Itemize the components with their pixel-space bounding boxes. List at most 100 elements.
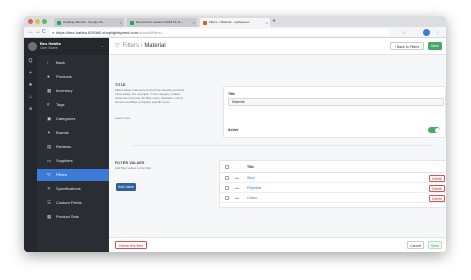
sidebar-item-custom-fields[interactable]: ☰ Custom Fields [37, 197, 109, 209]
add-value-button[interactable]: Add Value [116, 183, 136, 191]
sidebar: Bes Habita User Name ⌄ Q + ★ ⌂ ■ ‹ Back … [24, 38, 109, 252]
browser-window: Heading data file · Google Sh... × Ecomm… [24, 16, 446, 252]
sidebar-item-products[interactable]: ● Products [37, 71, 109, 83]
filter-values-table: Title ▬ Wool Delete ▬ Polyester Delete ▬ [219, 160, 446, 208]
row-checkbox[interactable] [225, 186, 229, 190]
sidebar-item-filters[interactable]: ▽ Filters [37, 169, 109, 181]
back-arrow-icon[interactable]: ← [28, 28, 34, 37]
sidebar-item-brands[interactable]: ✦ Brands [37, 127, 109, 139]
maximize-window-icon[interactable] [42, 19, 47, 24]
toggle-knob [434, 127, 440, 133]
store-avatar [28, 42, 37, 51]
table-row: ▬ Cotton Delete [220, 193, 446, 203]
delete-button[interactable]: Delete [429, 194, 445, 202]
drag-handle-icon[interactable]: ▬ [235, 196, 239, 200]
sidebar-item-inventory[interactable]: ▦ Inventory [37, 85, 109, 97]
sidebar-item-categories[interactable]: ▣ Categories [37, 113, 109, 125]
back-to-filters-button[interactable]: ‹ Back to Filters [390, 42, 424, 50]
breadcrumb-filters-link[interactable]: Filters [123, 43, 139, 49]
profile-avatar-icon[interactable]: ● [423, 29, 430, 36]
cancel-button[interactable]: Cancel [407, 241, 424, 249]
sidebar-item-specifications[interactable]: ✕ Specifications [37, 183, 109, 195]
active-toggle[interactable] [428, 127, 440, 133]
search-icon[interactable]: Q [27, 58, 34, 65]
store-icon[interactable]: ■ [27, 106, 34, 113]
sidebar-item-label: Product Sets [56, 214, 79, 219]
address-bar-row: ← → C ● https://bes-habita-8393d0.shopli… [24, 27, 446, 38]
sidebar-item-tags[interactable]: # Tags [37, 99, 109, 111]
user-name: User Name [40, 46, 58, 50]
close-tab-icon[interactable]: × [266, 18, 268, 27]
product-sets-icon: ▦ [47, 214, 52, 219]
row-checkbox[interactable] [225, 176, 229, 180]
bookmark-star-icon[interactable]: ☆ [400, 29, 407, 36]
sidebar-item-label: Custom Fields [56, 200, 82, 205]
lightspeed-favicon-icon [203, 20, 207, 25]
drag-handle-icon[interactable]: ▬ [235, 176, 239, 180]
favorites-icon[interactable]: ★ [27, 82, 34, 89]
sidebar-item-back[interactable]: ‹ Back [37, 57, 109, 69]
chevron-left-icon: ‹ [47, 60, 49, 65]
screenshot-stage: Heading data file · Google Sh... × Ecomm… [0, 0, 471, 280]
row-checkbox[interactable] [225, 196, 229, 200]
breadcrumb: ▽ Filters › Material [115, 42, 166, 51]
footer-save-button[interactable]: Save [428, 241, 442, 249]
table-header: Title [220, 161, 446, 173]
drag-handle-icon[interactable]: ▬ [235, 186, 239, 190]
title-card: Title Material Active [223, 86, 446, 138]
browser-tab-label: Ecommerce research 2018 FS 11... [136, 20, 184, 24]
delete-button[interactable]: Delete [429, 174, 445, 182]
sidebar-item-reviews[interactable]: ▤ Reviews [37, 141, 109, 153]
url-host: https://bes-habita-8393d0.shoplightspeed… [56, 30, 139, 35]
icon-rail: Q + ★ ⌂ ■ [24, 55, 37, 252]
reload-icon[interactable]: C [42, 28, 46, 37]
browser-tab-3[interactable]: Filters > Material · Lightspeed... × [200, 18, 270, 27]
filter-values-heading: FILTER VALUES [115, 161, 145, 165]
close-tab-icon[interactable]: × [193, 18, 195, 27]
delete-filter-button[interactable]: Delete this filter [115, 241, 147, 249]
browser-menu-icon[interactable]: ⋮ [434, 29, 441, 36]
filter-icon: ▽ [115, 43, 120, 49]
products-icon: ● [47, 74, 50, 79]
save-button[interactable]: Save [428, 42, 442, 50]
title-input[interactable]: Material [228, 98, 444, 106]
add-icon[interactable]: + [27, 70, 34, 77]
url-path: /admin/filters/... [138, 30, 166, 35]
page-title: Material [144, 43, 166, 49]
brands-icon: ✦ [47, 130, 51, 135]
delete-button[interactable]: Delete [429, 184, 445, 192]
breadcrumb-separator: › [140, 43, 143, 49]
value-title-link[interactable]: Polyester [247, 183, 262, 193]
close-tab-icon[interactable]: × [120, 18, 122, 27]
browser-tab-1[interactable]: Heading data file · Google Sh... × [54, 18, 124, 27]
sidebar-item-suppliers[interactable]: ▭ Suppliers [37, 155, 109, 167]
new-tab-button[interactable]: + [272, 17, 276, 26]
page-header: ▽ Filters › Material ‹ Back to Filters Sa… [109, 38, 446, 55]
minimize-window-icon[interactable] [35, 19, 40, 24]
store-switcher[interactable]: Bes Habita User Name ⌄ [24, 38, 109, 55]
categories-icon: ▣ [47, 116, 52, 121]
url-field[interactable]: ● https://bes-habita-8393d0.shoplightspe… [50, 29, 390, 36]
forward-arrow-icon[interactable]: → [35, 28, 41, 37]
title-section-description: Filters allow customers to find their fa… [115, 88, 185, 104]
sheets-favicon-icon [130, 20, 134, 25]
table-row: ▬ Polyester Delete [220, 183, 446, 193]
sidebar-item-label: Products [56, 74, 72, 79]
sidebar-item-label: Categories [56, 116, 76, 121]
learn-more-link[interactable]: Learn more [115, 116, 130, 120]
section-divider [133, 145, 433, 146]
filter-icon: ▽ [47, 172, 51, 177]
value-title-link[interactable]: Wool [247, 173, 255, 183]
value-title-link[interactable]: Cotton [247, 193, 257, 203]
sidebar-item-product-sets[interactable]: ▦ Product Sets [37, 211, 109, 223]
browser-tab-2[interactable]: Ecommerce research 2018 FS 11... × [127, 18, 197, 27]
close-window-icon[interactable] [28, 19, 33, 24]
main-content: ▽ Filters › Material ‹ Back to Filters Sa… [109, 38, 446, 252]
browser-tab-label: Heading data file · Google Sh... [63, 20, 105, 24]
select-all-checkbox[interactable] [225, 165, 229, 169]
sidebar-item-label: Filters [56, 172, 67, 177]
active-field-label: Active [228, 128, 239, 132]
suppliers-icon: ▭ [47, 158, 52, 163]
home-icon[interactable]: ⌂ [27, 94, 34, 101]
sidebar-item-label: Brands [56, 130, 69, 135]
